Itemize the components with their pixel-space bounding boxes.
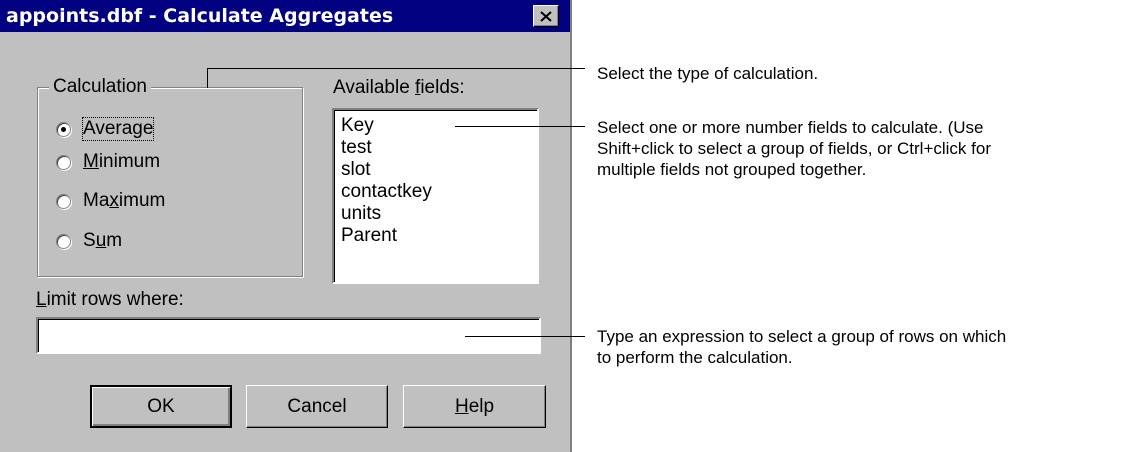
- help-button[interactable]: Help: [403, 385, 546, 428]
- radio-sum-button[interactable]: [56, 233, 71, 249]
- title-bar: appoints.dbf - Calculate Aggregates: [0, 0, 570, 32]
- radio-maximum[interactable]: Maximum: [56, 188, 165, 214]
- annotation-limit: Type an expression to select a group of …: [597, 327, 1007, 367]
- radio-selected-dot: [61, 126, 66, 132]
- callout-line-fields: [455, 126, 585, 127]
- available-fields-listbox[interactable]: Key test slot contactkey units Parent: [332, 108, 539, 284]
- help-button-label: Help: [454, 395, 495, 417]
- radio-average-label: Average: [81, 117, 155, 141]
- radio-maximum-button[interactable]: [56, 193, 71, 209]
- list-item[interactable]: test: [341, 137, 537, 159]
- callout-line-limit: [465, 336, 585, 337]
- radio-average-button[interactable]: [56, 121, 71, 137]
- close-button[interactable]: [533, 5, 559, 27]
- ok-button-label: OK: [147, 395, 175, 417]
- list-item[interactable]: contactkey: [341, 181, 537, 203]
- radio-sum-label: Sum: [83, 230, 123, 251]
- radio-minimum[interactable]: Minimum: [56, 149, 160, 175]
- close-icon: [540, 10, 552, 22]
- ok-button[interactable]: OK: [90, 385, 232, 428]
- available-fields-label: Available fields:: [333, 77, 465, 98]
- list-item[interactable]: units: [341, 203, 537, 225]
- radio-maximum-label: Maximum: [83, 190, 166, 211]
- callout-line-calculation: [207, 68, 585, 69]
- list-item[interactable]: slot: [341, 159, 537, 181]
- radio-minimum-label: Minimum: [83, 151, 161, 172]
- dialog-title: appoints.dbf - Calculate Aggregates: [6, 5, 394, 27]
- radio-average[interactable]: Average: [56, 116, 155, 142]
- radio-sum[interactable]: Sum: [56, 228, 122, 254]
- radio-minimum-button[interactable]: [56, 154, 71, 170]
- cancel-button-label: Cancel: [287, 395, 347, 417]
- limit-rows-label: Limit rows where:: [36, 289, 184, 310]
- calculation-label: Calculation: [49, 75, 151, 99]
- callout-line-calculation-vertical: [207, 68, 208, 88]
- annotation-calculation: Select the type of calculation.: [597, 64, 819, 83]
- annotation-fields: Select one or more number fields to calc…: [597, 118, 991, 179]
- list-item[interactable]: Parent: [341, 225, 537, 247]
- cancel-button[interactable]: Cancel: [246, 385, 388, 428]
